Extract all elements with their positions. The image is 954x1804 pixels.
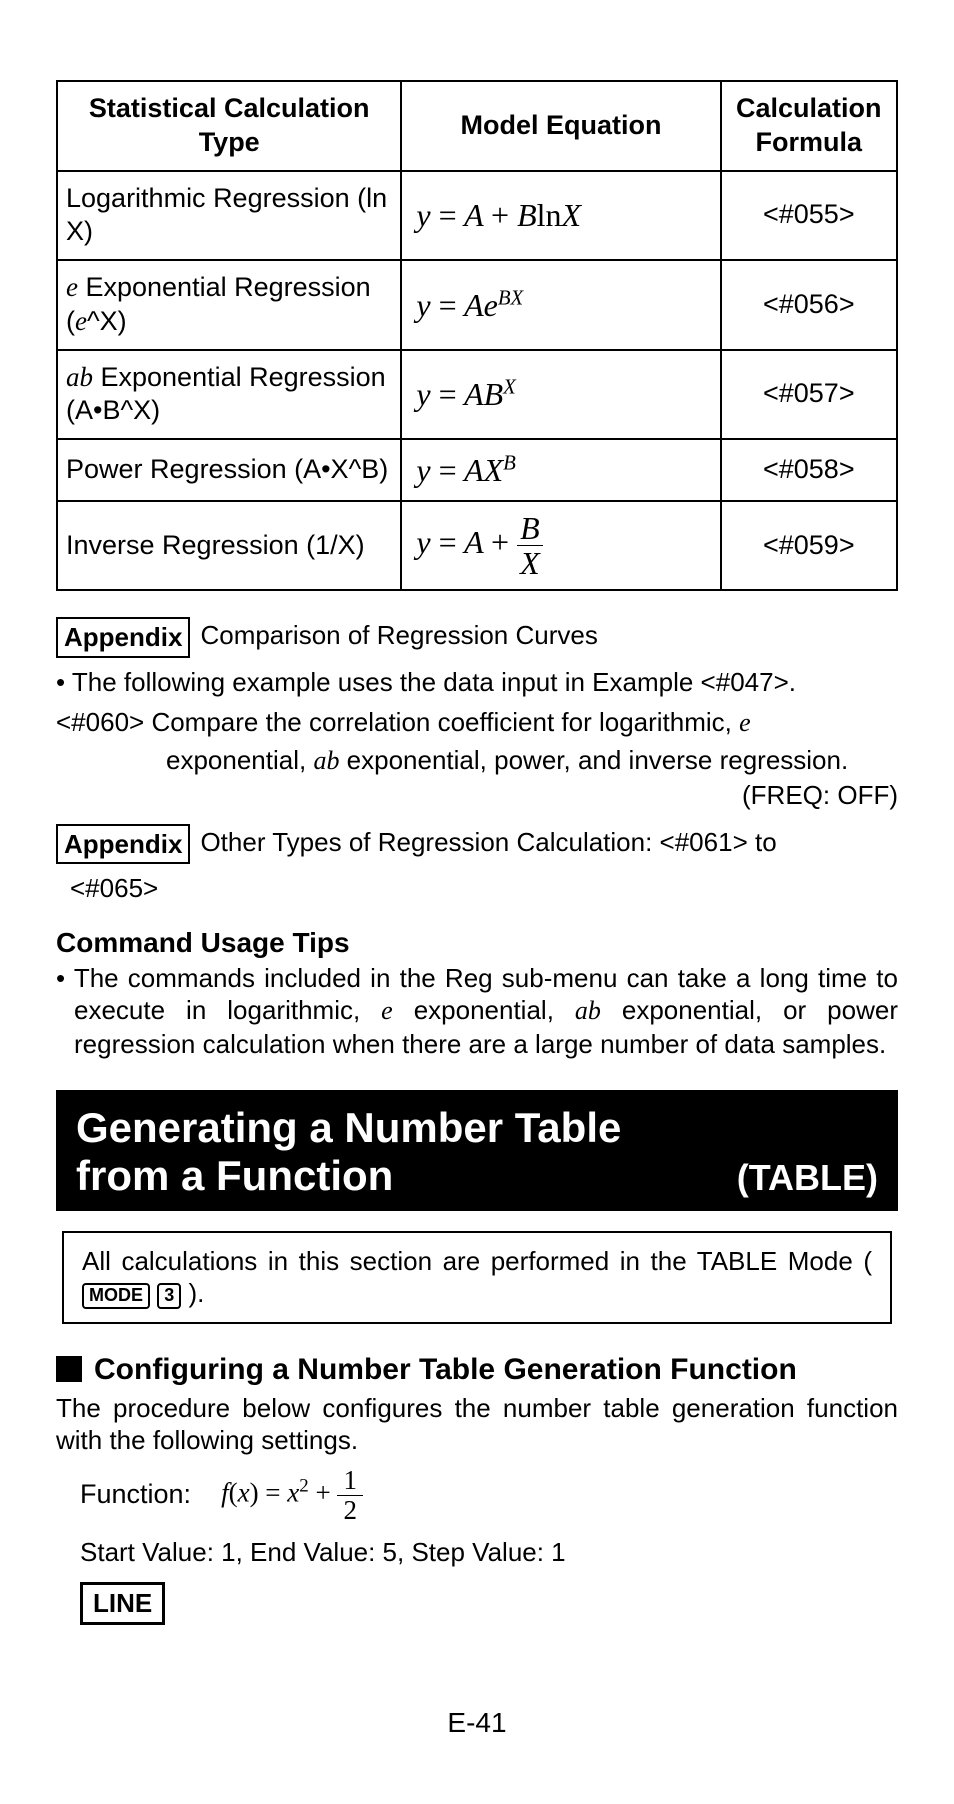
mode-key: MODE xyxy=(82,1283,150,1309)
cell-type: Inverse Regression (1/X) xyxy=(57,501,401,590)
appendix-text: Comparison of Regression Curves xyxy=(200,617,898,652)
cell-type: Power Regression (A•X^B) xyxy=(57,439,401,501)
section-title-l2: from a Function xyxy=(76,1152,393,1200)
table-row: Inverse Regression (1/X) y = A + BX <#05… xyxy=(57,501,897,590)
section-table-tag: (TABLE) xyxy=(737,1155,878,1200)
cell-type: Logarithmic Regression (ln X) xyxy=(57,171,401,261)
section-header: Generating a Number Table from a Functio… xyxy=(56,1090,898,1211)
values-line: Start Value: 1, End Value: 5, Step Value… xyxy=(56,1536,898,1569)
appendix-text: Other Types of Regression Calculation: <… xyxy=(200,824,898,859)
th-formula: Calculation Formula xyxy=(721,81,897,171)
function-row: Function: f(x) = x2 + 12 xyxy=(56,1467,898,1524)
cell-type: ab Exponential Regression (A•B^X) xyxy=(57,350,401,440)
th-type: Statistical Calculation Type xyxy=(57,81,401,171)
square-icon xyxy=(56,1356,82,1382)
cell-eq: y = AeBX xyxy=(401,260,720,350)
appendix-label: Appendix xyxy=(56,617,190,658)
section-title-l1: Generating a Number Table xyxy=(76,1104,878,1152)
function-equation: f(x) = x2 + 12 xyxy=(221,1467,363,1524)
appendix-2: Appendix Other Types of Regression Calcu… xyxy=(56,824,898,865)
regression-table: Statistical Calculation Type Model Equat… xyxy=(56,80,898,591)
table-row: e Exponential Regression (e^X) y = AeBX … xyxy=(57,260,897,350)
cell-formula: <#055> xyxy=(721,171,897,261)
paragraph: The procedure below configures the numbe… xyxy=(56,1392,898,1457)
th-eq: Model Equation xyxy=(401,81,720,171)
cell-type: e Exponential Regression (e^X) xyxy=(57,260,401,350)
cell-formula: <#057> xyxy=(721,350,897,440)
line-box: LINE xyxy=(80,1582,165,1625)
three-key: 3 xyxy=(157,1283,181,1309)
table-row: Power Regression (A•X^B) y = AXB <#058> xyxy=(57,439,897,501)
command-tips-heading: Command Usage Tips xyxy=(56,925,898,960)
cell-eq: y = A + BX xyxy=(401,501,720,590)
cell-eq: y = ABX xyxy=(401,350,720,440)
cell-eq: y = A + BlnX xyxy=(401,171,720,261)
cell-formula: <#058> xyxy=(721,439,897,501)
cell-eq: y = AXB xyxy=(401,439,720,501)
bullet-example: • The following example uses the data in… xyxy=(56,666,898,699)
table-row: Logarithmic Regression (ln X) y = A + Bl… xyxy=(57,171,897,261)
appendix-2-tail: <#065> xyxy=(56,872,898,905)
command-tips-body: • The commands included in the Reg sub-m… xyxy=(56,962,898,1061)
mode-note: All calculations in this section are per… xyxy=(62,1231,892,1324)
subsection: Configuring a Number Table Generation Fu… xyxy=(56,1352,898,1388)
hang-line2: exponential, ab exponential, power, and … xyxy=(56,744,898,778)
freq-off: (FREQ: OFF) xyxy=(56,779,898,812)
appendix-label: Appendix xyxy=(56,824,190,865)
appendix-1: Appendix Comparison of Regression Curves xyxy=(56,617,898,658)
table-row: ab Exponential Regression (A•B^X) y = AB… xyxy=(57,350,897,440)
page-number: E-41 xyxy=(56,1705,898,1740)
function-label: Function: xyxy=(80,1478,191,1512)
cell-formula: <#056> xyxy=(721,260,897,350)
subsection-heading: Configuring a Number Table Generation Fu… xyxy=(94,1352,797,1388)
hang-para: <#060> Compare the correlation coefficie… xyxy=(56,706,898,740)
cell-formula: <#059> xyxy=(721,501,897,590)
